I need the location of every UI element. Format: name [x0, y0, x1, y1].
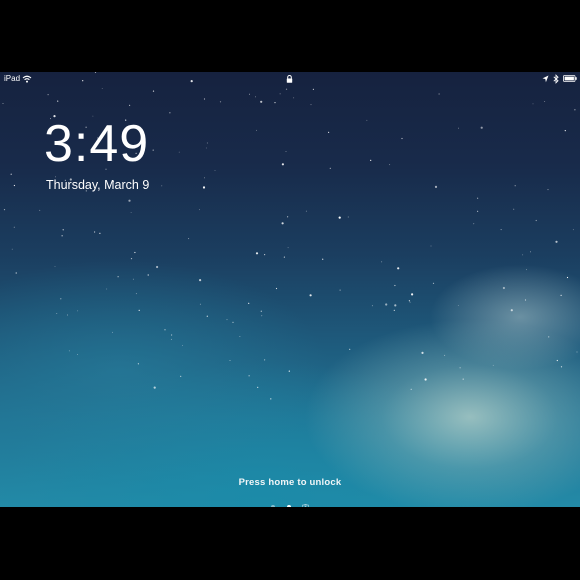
lock-screen-date: Thursday, March 9 [46, 178, 150, 192]
lock-screen[interactable]: iPad 3:49 Thursday, March 9 Press home t… [0, 72, 580, 507]
camera-icon[interactable] [301, 504, 309, 507]
bluetooth-icon [553, 74, 559, 84]
page-indicator[interactable] [0, 496, 580, 507]
device-name: iPad [4, 74, 21, 83]
lock-icon [286, 75, 293, 83]
status-bar: iPad [0, 72, 580, 86]
lock-screen-time: 3:49 [44, 115, 150, 173]
unlock-hint: Press home to unlock [238, 477, 342, 488]
battery-icon [563, 75, 577, 82]
device-frame: iPad 3:49 Thursday, March 9 Press home t… [0, 0, 580, 580]
page-dot-active[interactable] [286, 504, 291, 507]
wifi-icon [22, 75, 32, 83]
location-icon [542, 75, 549, 83]
